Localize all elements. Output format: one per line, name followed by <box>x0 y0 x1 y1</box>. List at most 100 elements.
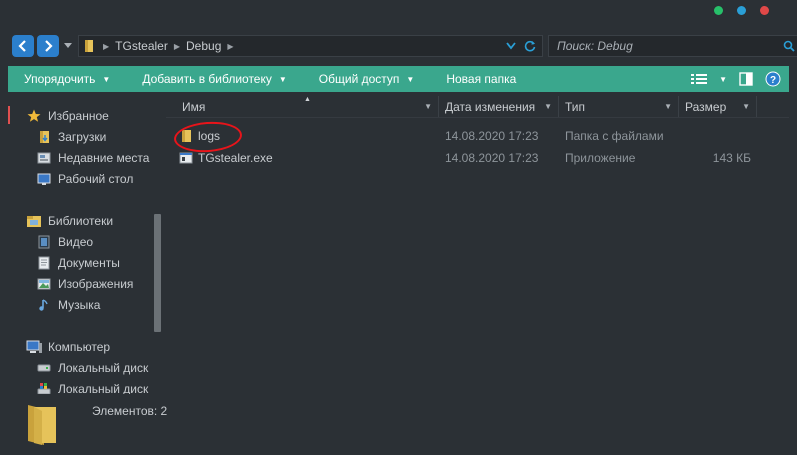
preview-pane-icon[interactable] <box>739 72 753 86</box>
sidebar-item-computer[interactable]: Компьютер <box>8 336 162 357</box>
sidebar-item-documents[interactable]: Документы <box>8 252 162 273</box>
sidebar-item-downloads[interactable]: Загрузки <box>8 126 162 147</box>
sidebar-item-label: Избранное <box>48 108 109 123</box>
address-bar[interactable]: ▶ TGstealer ▶ Debug ▶ <box>78 35 543 57</box>
column-label: Размер <box>685 99 727 114</box>
sidebar-item-libraries[interactable]: Библиотеки <box>8 210 162 231</box>
column-label: Дата изменения <box>445 99 536 114</box>
command-toolbar: Упорядочить ▼ Добавить в библиотеку ▼ Общи… <box>8 66 789 92</box>
search-input[interactable]: Поиск: Debug <box>548 35 797 57</box>
recent-pages-dropdown[interactable] <box>62 35 74 57</box>
exe-icon <box>178 150 194 166</box>
file-size: 143 КБ <box>712 151 751 165</box>
file-list: ▲ Имя ▼ Дата изменения ▼ Тип ▼ Размер ▼ … <box>166 96 789 394</box>
sidebar-item-label: Музыка <box>58 297 101 312</box>
column-header-date[interactable]: Дата изменения ▼ <box>439 96 559 117</box>
system-drive-icon <box>36 381 52 394</box>
drive-icon <box>36 360 52 376</box>
chevron-down-icon[interactable]: ▼ <box>742 102 750 111</box>
arrow-right-icon <box>45 40 53 52</box>
view-options-icon[interactable] <box>691 73 708 85</box>
desktop-icon <box>36 171 52 187</box>
music-icon <box>36 297 52 313</box>
chevron-down-icon <box>64 43 72 48</box>
selection-accent <box>8 106 10 124</box>
folder-icon <box>85 40 93 52</box>
chevron-down-icon: ▼ <box>406 74 415 84</box>
sidebar-item-local-disk[interactable]: Локальный диск <box>8 357 162 378</box>
column-label: Имя <box>182 99 206 114</box>
maximize-button[interactable] <box>737 6 746 15</box>
organize-menu[interactable]: Упорядочить ▼ <box>8 66 126 92</box>
table-row[interactable]: TGstealer.exe 14.08.2020 17:23 Приложени… <box>166 147 789 169</box>
refresh-icon[interactable] <box>524 40 536 52</box>
folder-icon <box>28 405 56 445</box>
recent-places-icon <box>36 150 52 166</box>
navigation-pane: Избранное Загрузки Недавние места Рабочи… <box>8 102 162 394</box>
sidebar-item-label: Компьютер <box>48 339 111 354</box>
table-row[interactable]: logs 14.08.2020 17:23 Папка с файлами <box>166 125 789 147</box>
chevron-down-icon[interactable]: ▼ <box>664 102 672 111</box>
sort-ascending-icon: ▲ <box>304 96 311 103</box>
window-controls <box>714 6 769 15</box>
column-header-size[interactable]: Размер ▼ <box>679 96 757 117</box>
breadcrumb-separator: ▶ <box>227 41 234 51</box>
column-header-name[interactable]: Имя ▼ <box>166 96 439 117</box>
computer-icon <box>26 339 42 355</box>
sidebar-item-recent[interactable]: Недавние места <box>8 147 162 168</box>
sidebar-scrollbar[interactable] <box>153 102 162 394</box>
sidebar-item-images[interactable]: Изображения <box>8 273 162 294</box>
sidebar-item-label: Локальный диск <box>58 381 149 395</box>
new-folder-button[interactable]: Новая папка <box>430 66 532 92</box>
column-label: Тип <box>565 99 586 114</box>
view-dropdown-icon[interactable]: ▼ <box>719 75 727 84</box>
sidebar-item-video[interactable]: Видео <box>8 231 162 252</box>
sidebar-item-label: Локальный диск <box>58 360 149 375</box>
chevron-down-icon: ▼ <box>102 74 111 84</box>
column-header-type[interactable]: Тип ▼ <box>559 96 679 117</box>
address-dropdown-icon[interactable] <box>506 42 516 50</box>
sidebar-item-local-disk[interactable]: Локальный диск <box>8 378 162 394</box>
sidebar-item-favorites[interactable]: Избранное <box>8 105 162 126</box>
scrollbar-thumb[interactable] <box>154 214 161 332</box>
help-icon[interactable]: ? <box>765 71 781 87</box>
back-button[interactable] <box>12 35 34 57</box>
svg-text:?: ? <box>770 75 776 86</box>
arrow-left-icon <box>18 40 26 52</box>
sidebar-item-label: Библиотеки <box>48 213 114 228</box>
breadcrumb-debug[interactable]: Debug <box>186 39 221 53</box>
file-name-cell: TGstealer.exe <box>166 150 439 166</box>
breadcrumb-tgstealer[interactable]: TGstealer <box>115 39 168 53</box>
navigation-bar: ▶ TGstealer ▶ Debug ▶ Поиск: Debug <box>12 34 797 58</box>
forward-button[interactable] <box>37 35 59 57</box>
sidebar-item-label: Недавние места <box>58 150 150 165</box>
sidebar-item-label: Рабочий стол <box>58 171 134 186</box>
sidebar-item-label: Видео <box>58 234 94 249</box>
chevron-down-icon[interactable]: ▼ <box>424 102 432 111</box>
sidebar-item-music[interactable]: Музыка <box>8 294 162 315</box>
share-menu[interactable]: Общий доступ ▼ <box>303 66 431 92</box>
sidebar-item-desktop[interactable]: Рабочий стол <box>8 168 162 189</box>
chevron-down-icon[interactable]: ▼ <box>544 102 552 111</box>
minimize-button[interactable] <box>714 6 723 15</box>
file-date: 14.08.2020 17:23 <box>445 151 539 165</box>
column-headers: Имя ▼ Дата изменения ▼ Тип ▼ Размер ▼ <box>166 96 789 118</box>
libraries-icon <box>26 213 42 229</box>
add-to-library-menu[interactable]: Добавить в библиотеку ▼ <box>126 66 302 92</box>
file-type: Приложение <box>565 151 636 165</box>
organize-label: Упорядочить <box>24 72 96 86</box>
add-library-label: Добавить в библиотеку <box>142 72 272 86</box>
video-icon <box>36 234 52 250</box>
search-icon[interactable] <box>783 40 795 52</box>
documents-icon <box>36 255 52 271</box>
item-count: Элементов: 2 <box>92 404 168 418</box>
close-button[interactable] <box>760 6 769 15</box>
new-folder-label: Новая папка <box>446 72 517 86</box>
images-icon <box>36 276 52 292</box>
sidebar-item-label: Изображения <box>58 276 134 291</box>
share-label: Общий доступ <box>318 72 400 86</box>
downloads-folder-icon <box>36 129 52 145</box>
sidebar-item-label: Загрузки <box>58 129 107 144</box>
